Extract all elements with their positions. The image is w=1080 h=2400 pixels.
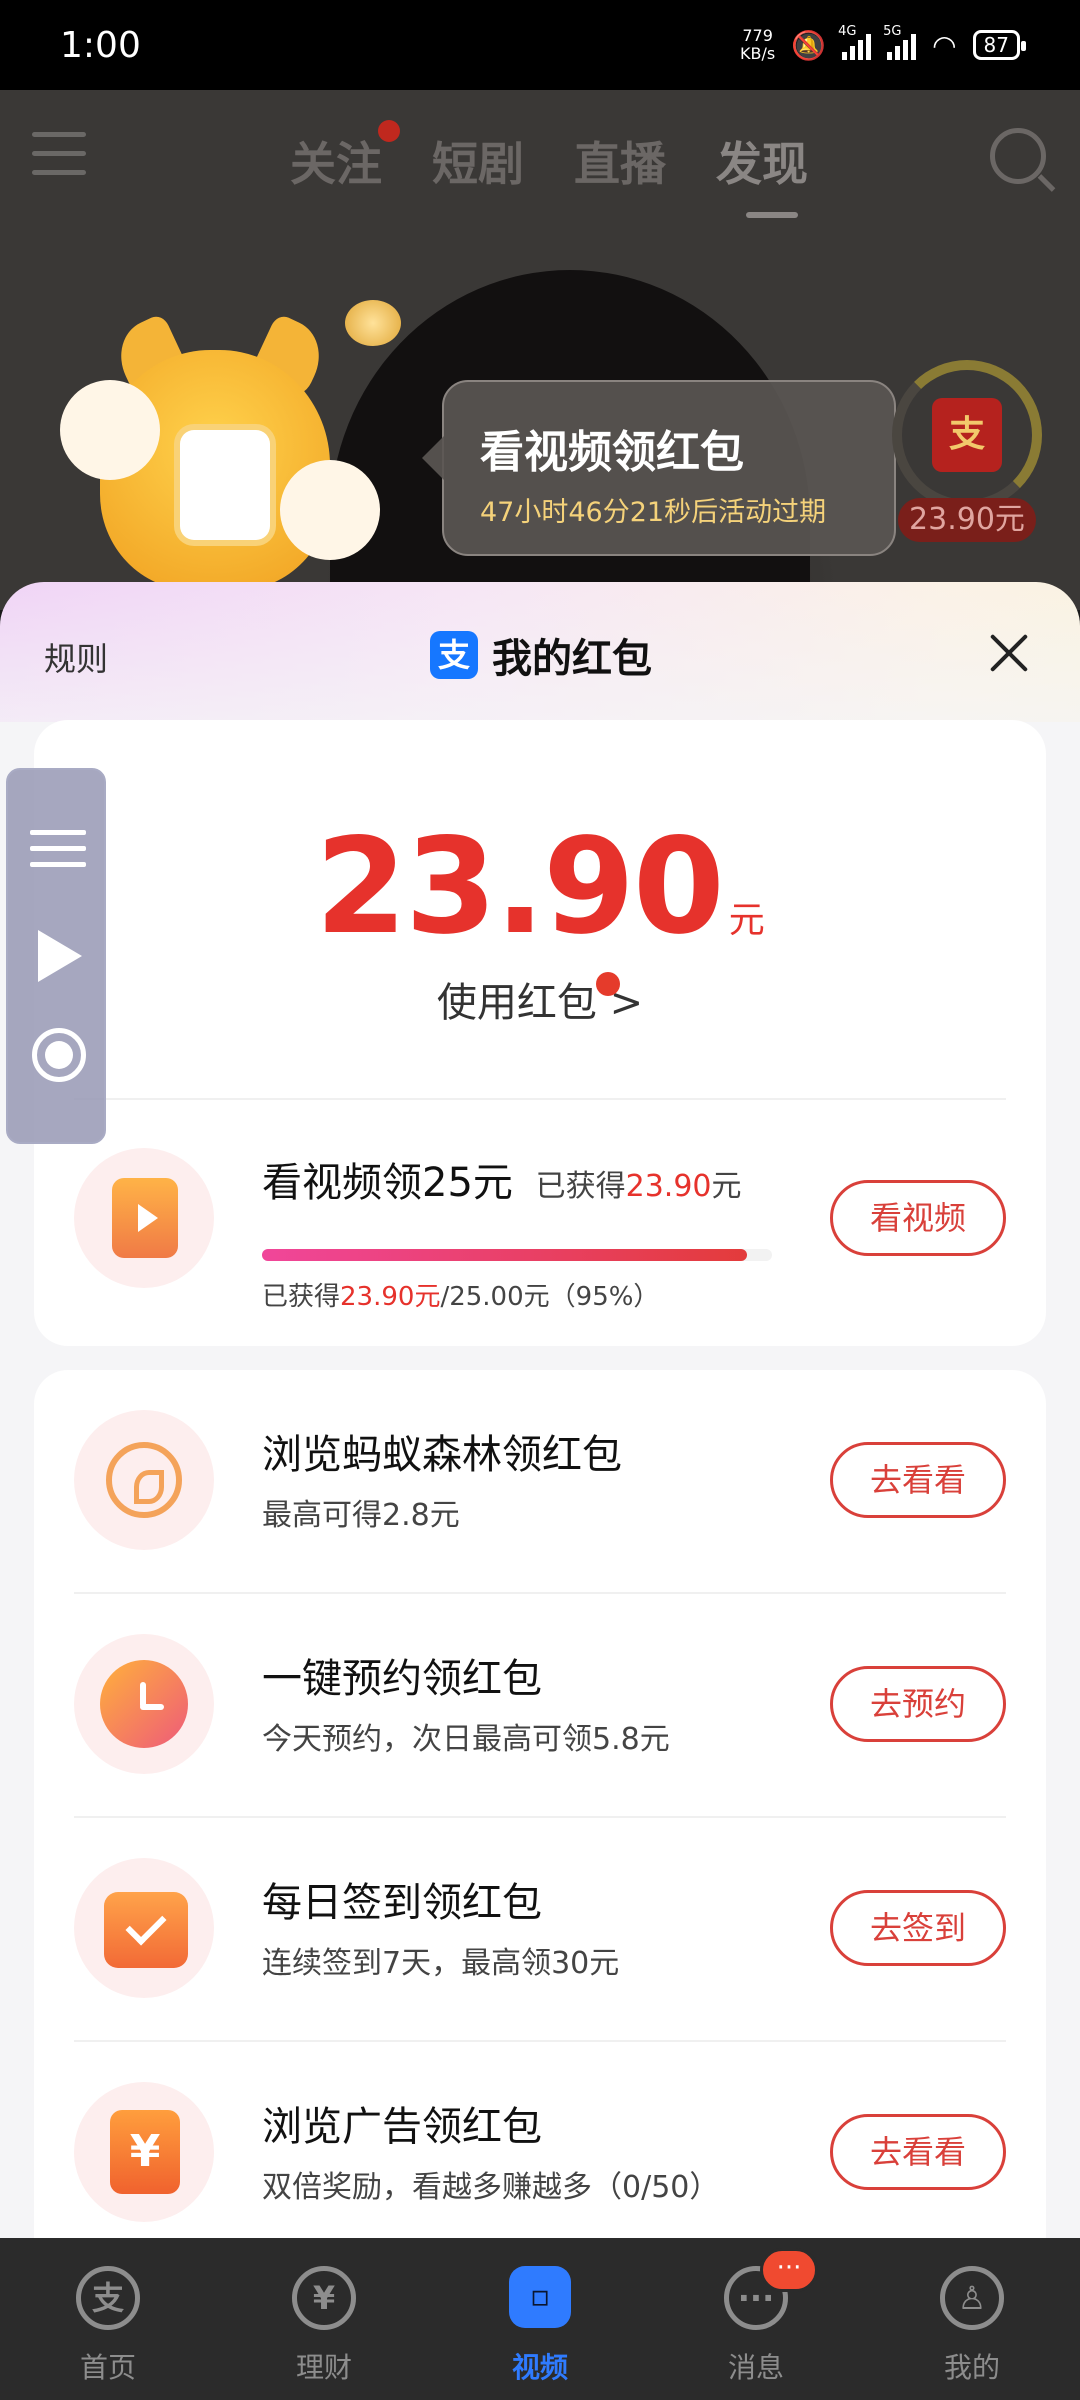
alipay-logo-icon: 支 — [430, 631, 478, 679]
status-bar: 1:00 779 KB/s 🔕 4G 5G ◠ 87 — [0, 0, 1080, 90]
notification-dot — [596, 972, 620, 996]
nav-wealth[interactable]: ¥ 理财 — [216, 2238, 432, 2400]
tab-following[interactable]: 关注 — [290, 120, 400, 194]
profile-icon: ♙ — [940, 2266, 1004, 2330]
task-icon: ¥ — [74, 2082, 214, 2222]
promo-bubble[interactable]: 看视频领红包 47小时46分21秒后活动过期 — [422, 380, 896, 556]
clock-icon — [100, 1660, 188, 1748]
message-badge: ··· — [760, 2248, 818, 2292]
task-subtitle: 连续签到7天，最高领30元 — [262, 1946, 620, 1981]
yen-icon: ¥ — [110, 2110, 180, 2194]
yen-circle-icon: ¥ — [292, 2266, 356, 2330]
network-speed: 779 KB/s — [740, 26, 776, 63]
play-icon[interactable] — [38, 930, 82, 982]
promo-countdown: 47小时46分21秒后活动过期 — [480, 497, 827, 528]
wifi-icon: ◠ — [932, 28, 957, 62]
balance-unit: 元 — [728, 900, 765, 941]
reserve-button[interactable]: 去预约 — [830, 1666, 1006, 1742]
task-title: 浏览蚂蚁森林领红包 — [262, 1432, 622, 1478]
status-time: 1:00 — [60, 24, 141, 66]
task-icon — [74, 1634, 214, 1774]
tab-short-drama[interactable]: 短剧 — [432, 128, 524, 194]
bottom-nav: 支 首页 ¥ 理财 ▫ 视频 ··· ··· 消息 ♙ 我的 — [0, 2238, 1080, 2400]
sprout-icon — [106, 1442, 182, 1518]
sheet-header: 规则 支 我的红包 — [0, 582, 1080, 722]
floating-toolbar — [6, 768, 106, 1144]
video-tab-icon: ▫ — [509, 2266, 571, 2328]
task-subtitle: 今天预约，次日最高可领5.8元 — [262, 1722, 670, 1757]
mascot-cat-image[interactable] — [60, 300, 401, 590]
alipay-home-icon: 支 — [76, 2266, 140, 2330]
nav-video[interactable]: ▫ 视频 — [432, 2238, 648, 2400]
sheet-title: 支 我的红包 — [430, 626, 652, 684]
use-red-packet-link[interactable]: 使用红包 > — [34, 970, 1046, 1028]
notification-dot — [378, 120, 400, 142]
nav-profile[interactable]: ♙ 我的 — [864, 2238, 1080, 2400]
balance: 23.90 元 — [34, 810, 1046, 964]
tab-live[interactable]: 直播 — [574, 128, 666, 194]
signal-5g-icon: 5G — [883, 24, 917, 60]
record-icon[interactable] — [32, 1028, 86, 1082]
red-packet-icon: 支 — [932, 398, 1002, 472]
nav-home[interactable]: 支 首页 — [0, 2238, 216, 2400]
task-subtitle: 最高可得2.8元 — [262, 1498, 460, 1533]
play-icon — [112, 1178, 178, 1258]
rules-link[interactable]: 规则 — [44, 634, 108, 680]
tab-discover[interactable]: 发现 — [716, 128, 808, 218]
balance-amount: 23.90 — [315, 810, 725, 964]
top-tabs: 关注 短剧 直播 发现 — [290, 120, 808, 218]
watch-video-button[interactable]: 看视频 — [830, 1180, 1006, 1256]
task-title: 每日签到领红包 — [262, 1880, 542, 1926]
check-in-button[interactable]: 去签到 — [830, 1890, 1006, 1966]
mute-bell-icon: 🔕 — [791, 28, 827, 62]
task-title: 一键预约领红包 — [262, 1656, 542, 1702]
signal-4g-icon: 4G — [838, 24, 872, 60]
red-packet-amount: 23.90元 — [898, 498, 1036, 542]
task-icon — [74, 1858, 214, 1998]
search-icon[interactable] — [990, 128, 1046, 184]
task-title: 浏览广告领红包 — [262, 2104, 542, 2150]
calendar-check-icon — [104, 1892, 188, 1968]
list-icon[interactable] — [30, 830, 86, 880]
close-icon[interactable] — [988, 632, 1030, 674]
menu-icon[interactable] — [32, 132, 86, 178]
top-nav: 关注 短剧 直播 发现 — [0, 90, 1080, 220]
coin-icon — [345, 300, 401, 346]
status-icons: 779 KB/s 🔕 4G 5G ◠ 87 — [740, 24, 1027, 63]
balance-card: 23.90 元 使用红包 > 看视频领25元 已获得23.90元 已获得23.90… — [34, 720, 1046, 1346]
task-subtitle: 双倍奖励，看越多赚越多（0/50） — [262, 2170, 720, 2205]
watch-progress-text: 已获得23.90元/25.00元（95%） — [262, 1282, 660, 1312]
promo-title: 看视频领红包 — [480, 427, 744, 478]
battery-icon: 87 — [972, 30, 1027, 60]
red-packet-sheet: 规则 支 我的红包 23.90 元 使用红包 > 看视频领25元 已获得23.90… — [0, 582, 1080, 2238]
nav-messages[interactable]: ··· ··· 消息 — [648, 2238, 864, 2400]
red-packet-widget[interactable]: 支 23.90元 — [892, 360, 1042, 560]
video-task-icon — [74, 1148, 214, 1288]
watch-progress-bar — [262, 1249, 772, 1261]
watch-task-title: 看视频领25元 已获得23.90元 — [262, 1160, 742, 1206]
go-view-ads-button[interactable]: 去看看 — [830, 2114, 1006, 2190]
task-icon — [74, 1410, 214, 1550]
go-view-forest-button[interactable]: 去看看 — [830, 1442, 1006, 1518]
task-list-card: 浏览蚂蚁森林领红包 最高可得2.8元 去看看 一键预约领红包 今天预约，次日最高… — [34, 1370, 1046, 2238]
